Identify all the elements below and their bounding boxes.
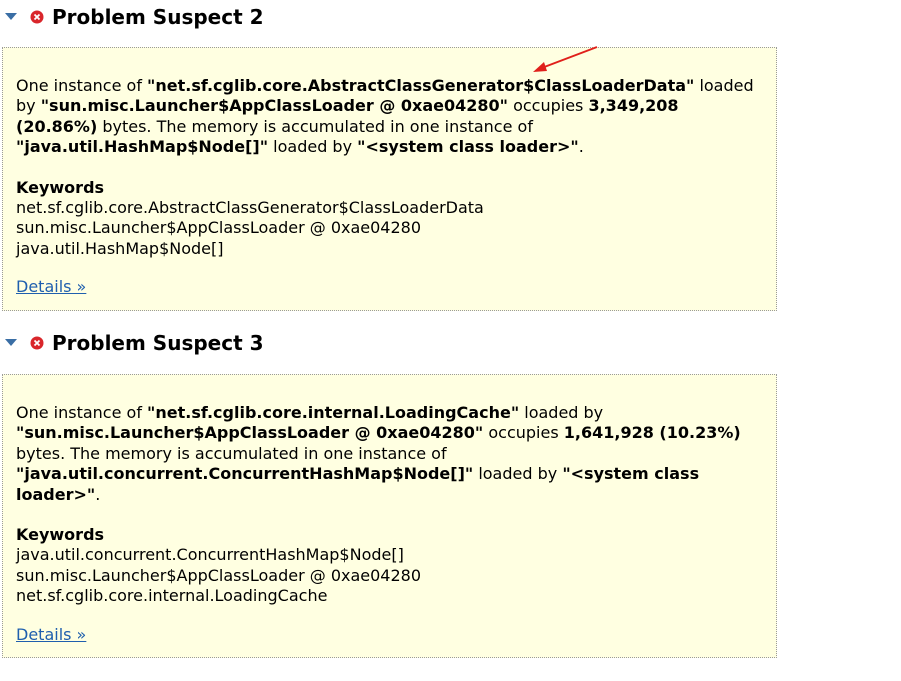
suspect-2-title: Problem Suspect 2: [52, 5, 264, 29]
desc-text: occupies: [483, 423, 564, 443]
class-name: "net.sf.cglib.core.AbstractClassGenerato…: [147, 76, 695, 95]
keyword-item: sun.misc.Launcher$AppClassLoader @ 0xae0…: [16, 565, 422, 585]
keyword-item: java.util.HashMap$Node[]: [16, 238, 224, 258]
desc-text: bytes. The memory is accumulated in one …: [97, 116, 533, 136]
keyword-item: net.sf.cglib.core.AbstractClassGenerator…: [16, 198, 484, 218]
leak-suspects-report: Problem Suspect 2 One instance of "net.s…: [0, 0, 901, 681]
details-link[interactable]: Details »: [16, 625, 86, 645]
class-loader: "sun.misc.Launcher$AppClassLoader @ 0xae…: [16, 423, 484, 443]
keywords-heading: Keywords: [16, 177, 105, 197]
accumulation-loader: "<system class loader>": [357, 137, 579, 157]
suspect-3-box: One instance of "net.sf.cglib.core.inter…: [2, 374, 777, 658]
desc-text: One instance of: [16, 76, 148, 95]
desc-text: bytes. The memory is accumulated in one …: [16, 443, 447, 463]
suspect-2-box: One instance of "net.sf.cglib.core.Abstr…: [2, 47, 777, 311]
desc-text: .: [95, 484, 101, 504]
desc-text: One instance of: [16, 403, 148, 422]
suspect-3-title: Problem Suspect 3: [52, 331, 264, 355]
keyword-item: java.util.concurrent.ConcurrentHashMap$N…: [16, 545, 404, 565]
accumulation-class: "java.util.concurrent.ConcurrentHashMap$…: [16, 464, 474, 484]
details-link[interactable]: Details »: [16, 277, 86, 297]
accumulation-class: "java.util.HashMap$Node[]": [16, 137, 269, 157]
class-name: "net.sf.cglib.core.internal.LoadingCache…: [147, 403, 520, 422]
suspect-3-header: Problem Suspect 3: [0, 331, 264, 355]
suspect-3-description: One instance of "net.sf.cglib.core.inter…: [16, 403, 764, 505]
keyword-item: sun.misc.Launcher$AppClassLoader @ 0xae0…: [16, 218, 422, 238]
desc-text: .: [578, 137, 584, 157]
desc-text: loaded by: [519, 403, 604, 422]
suspect-2-header: Problem Suspect 2: [0, 5, 264, 29]
keyword-item: net.sf.cglib.core.internal.LoadingCache: [16, 586, 328, 606]
retained-size: 1,641,928 (10.23%): [563, 423, 741, 443]
suspect-2-description: One instance of "net.sf.cglib.core.Abstr…: [16, 76, 764, 158]
keywords-heading: Keywords: [16, 525, 105, 545]
desc-text: occupies: [507, 96, 589, 116]
class-loader: "sun.misc.Launcher$AppClassLoader @ 0xae…: [40, 96, 508, 116]
error-x-icon: [30, 336, 44, 350]
error-x-icon: [30, 10, 44, 24]
collapse-triangle-icon[interactable]: [4, 336, 18, 350]
desc-text: loaded by: [268, 137, 358, 157]
desc-text: loaded by: [473, 464, 563, 484]
collapse-triangle-icon[interactable]: [4, 10, 18, 24]
